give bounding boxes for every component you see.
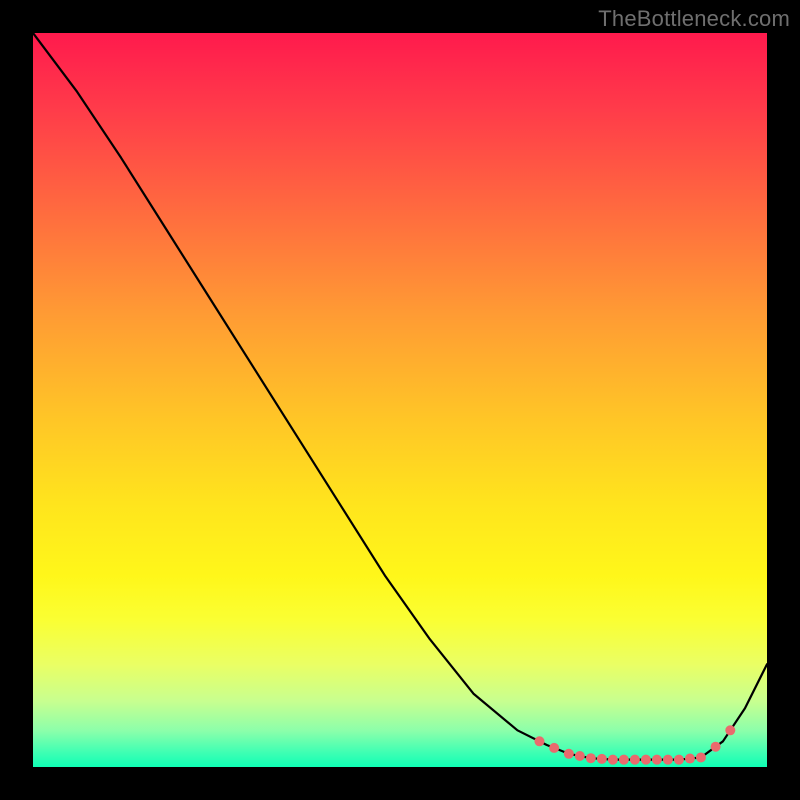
curve-marker bbox=[725, 725, 735, 735]
curve-marker bbox=[685, 754, 695, 764]
curve-marker bbox=[630, 755, 640, 765]
curve-marker bbox=[575, 751, 585, 761]
chart-stage: TheBottleneck.com bbox=[0, 0, 800, 800]
curve-marker bbox=[652, 755, 662, 765]
curve-marker bbox=[608, 755, 618, 765]
curve-marker bbox=[586, 753, 596, 763]
watermark-text: TheBottleneck.com bbox=[598, 6, 790, 32]
curve-svg bbox=[33, 33, 767, 767]
curve-marker bbox=[674, 755, 684, 765]
curve-marker bbox=[549, 743, 559, 753]
curve-marker bbox=[534, 736, 544, 746]
curve-marker bbox=[597, 754, 607, 764]
curve-marker bbox=[696, 752, 706, 762]
curve-markers bbox=[534, 725, 735, 764]
bottleneck-curve bbox=[33, 33, 767, 760]
curve-marker bbox=[641, 755, 651, 765]
curve-marker bbox=[663, 755, 673, 765]
curve-marker bbox=[619, 755, 629, 765]
curve-marker bbox=[711, 742, 721, 752]
plot-area bbox=[33, 33, 767, 767]
curve-marker bbox=[564, 749, 574, 759]
